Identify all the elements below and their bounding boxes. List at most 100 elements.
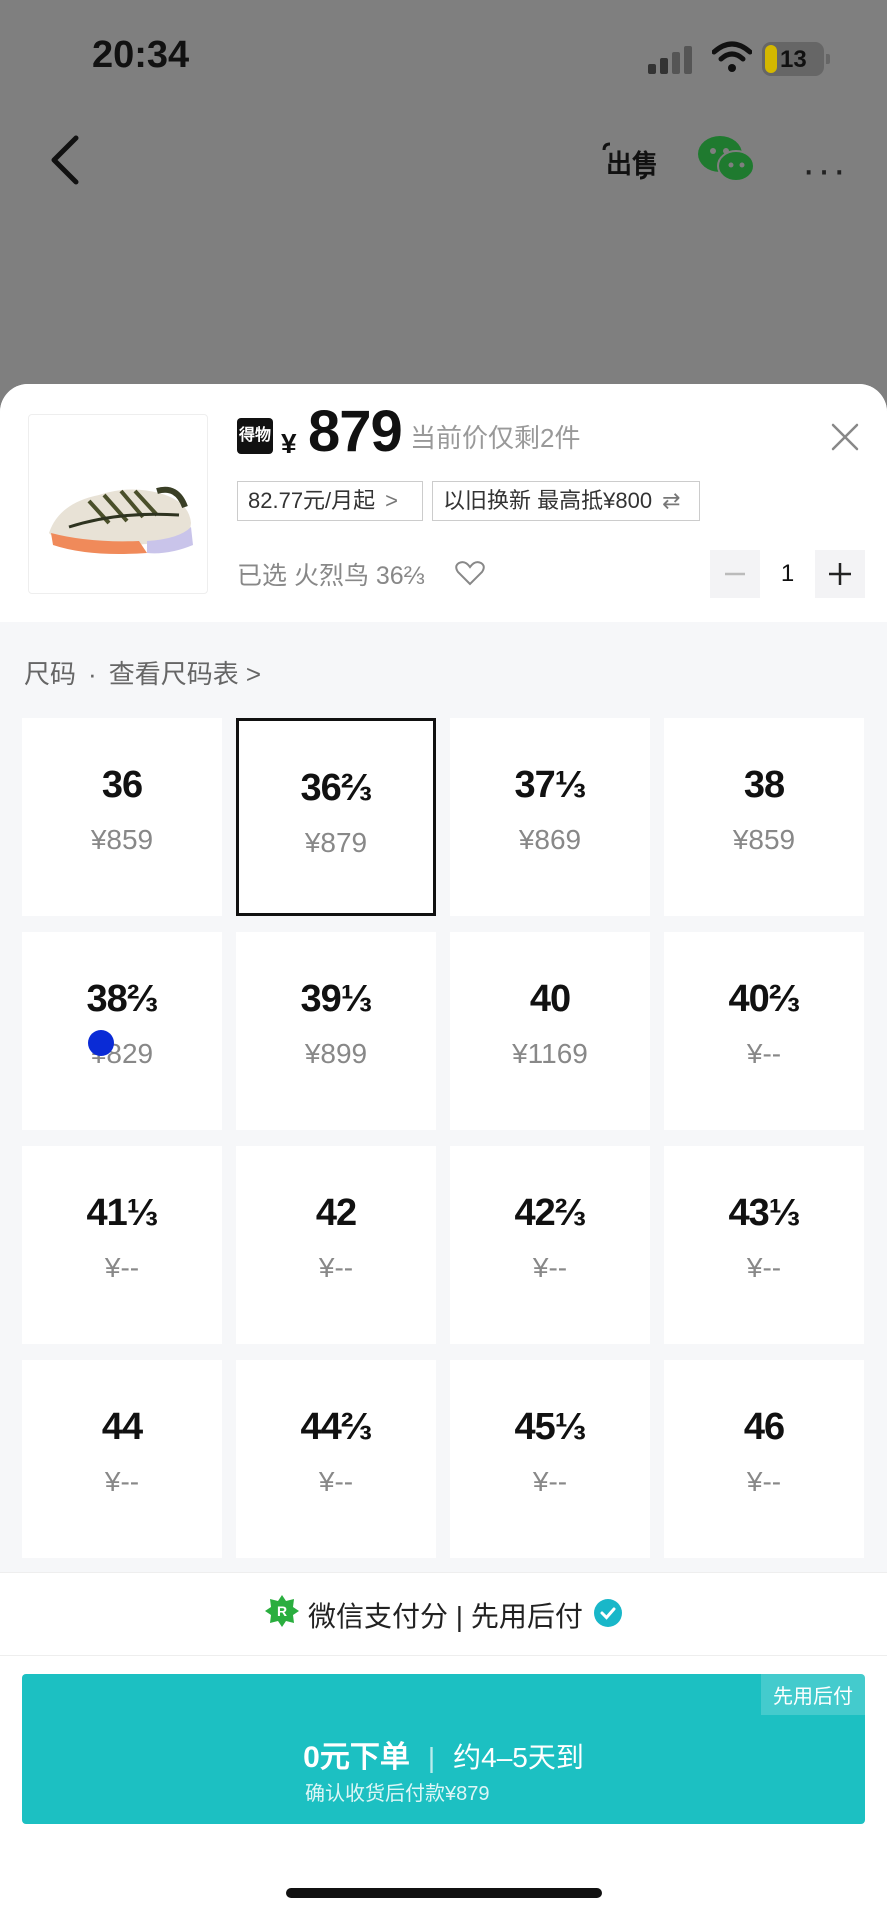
size-price: ¥899 [304,1038,368,1069]
touch-indicator [88,1030,114,1056]
product-thumbnail [28,414,208,594]
size-value: 42 [315,1192,357,1234]
stock-note: 当前价仅剩2件 [410,423,581,453]
size-section-header: 尺码 · 查看尺码表 > [24,654,261,691]
quantity-stepper: 1 [710,550,865,598]
size-option[interactable]: 39⅓ ¥899 [236,932,436,1130]
size-value: 36⅔ [300,767,373,809]
size-price: ¥859 [90,824,154,855]
size-value: 41⅓ [86,1192,159,1234]
size-price: ¥-- [746,1252,782,1283]
selected-variant: 已选 火烈鸟 36⅔ [237,562,425,590]
currency-symbol: ¥ [281,428,297,459]
separator: | [427,1742,436,1773]
size-price: ¥-- [318,1252,354,1283]
bottom-action-area: 先用后付 0元下单 | 约4–5天到 确认收货后付款¥879 [0,1656,887,1920]
brand-logo: 得物 [237,418,273,454]
place-order-button[interactable]: 先用后付 0元下单 | 约4–5天到 确认收货后付款¥879 [22,1674,865,1824]
order-main-text: 0元下单 | 约4–5天到 [22,1732,865,1776]
size-price: ¥-- [746,1038,782,1069]
size-value: 36 [101,764,143,806]
size-option[interactable]: 44⅔ ¥-- [236,1360,436,1558]
size-price: ¥869 [518,824,582,855]
size-option[interactable]: 42⅔ ¥-- [450,1146,650,1344]
size-value: 42⅔ [514,1192,587,1234]
minus-icon [725,572,745,576]
size-price: ¥1169 [512,1038,588,1069]
size-value: 39⅓ [300,978,373,1020]
size-price: ¥-- [532,1466,568,1497]
battery-level: 13 [780,46,807,73]
order-label: 0元下单 [303,1741,410,1774]
status-bar: 20:34 13 [0,0,887,110]
installment-chip[interactable]: 82.77元/月起 > [237,481,423,521]
product-header: 得物 ¥ 879 当前价仅剩2件 82.77元/月起 > 以旧换新 最高抵¥800… [0,384,887,622]
size-value: 38 [743,764,785,806]
order-sub-text: 确认收货后付款¥879 [305,1783,490,1805]
size-price: ¥-- [104,1466,140,1497]
sell-label[interactable]: 出售 [606,144,658,181]
signal-icon [648,44,694,74]
size-option[interactable]: 43⅓ ¥-- [664,1146,864,1344]
size-option[interactable]: 42 ¥-- [236,1146,436,1344]
heart-icon[interactable] [455,560,485,586]
tradein-chip[interactable]: 以旧换新 最高抵¥800 ⇄ [432,481,700,521]
size-option[interactable]: 37⅓ ¥869 [450,718,650,916]
check-icon [594,1599,622,1627]
pay-later-tag: 先用后付 [761,1674,865,1715]
shoe-image [49,486,193,554]
size-price: ¥-- [746,1466,782,1497]
chevron-right-icon: > [385,488,399,513]
top-nav: 出售 ··· [0,120,887,200]
svg-text:R: R [277,1603,287,1619]
size-option[interactable]: 40⅔ ¥-- [664,932,864,1130]
size-price: ¥879 [304,827,368,858]
size-value: 43⅓ [728,1192,801,1234]
size-value: 40 [529,978,571,1020]
back-icon[interactable] [46,132,86,188]
home-indicator[interactable] [286,1888,602,1898]
size-value: 46 [743,1406,785,1448]
size-option[interactable]: 46 ¥-- [664,1360,864,1558]
size-value: 38⅔ [86,978,159,1020]
size-price: ¥-- [318,1466,354,1497]
delivery-estimate: 约4–5天到 [453,1742,584,1773]
size-value: 44⅔ [300,1406,373,1448]
size-option[interactable]: 38⅔ ¥829 [22,932,222,1130]
size-option[interactable]: 40 ¥1169 [450,932,650,1130]
quantity-value: 1 [780,560,795,587]
size-value: 45⅓ [514,1406,587,1448]
size-chart-link[interactable]: 查看尺码表 > [109,659,261,689]
size-option[interactable]: 36 ¥859 [22,718,222,916]
size-price: ¥859 [732,824,796,855]
size-option[interactable]: 45⅓ ¥-- [450,1360,650,1558]
tradein-label: 以旧换新 最高抵¥800 [443,488,653,513]
product-price: 879 [308,399,403,464]
size-value: 44 [101,1406,143,1448]
separator-dot: · [88,659,97,689]
size-price: ¥829 [90,1038,154,1069]
size-price: ¥-- [532,1252,568,1283]
size-option[interactable]: 44 ¥-- [22,1360,222,1558]
decrease-button[interactable] [710,550,760,598]
size-price: ¥-- [104,1252,140,1283]
size-value: 37⅓ [514,764,587,806]
installment-label: 82.77元/月起 [248,488,376,513]
status-time: 20:34 [92,34,190,76]
size-label: 尺码 [24,659,77,689]
wifi-icon [712,41,752,72]
increase-button[interactable] [815,550,865,598]
plus-icon [829,563,851,585]
size-value: 40⅔ [728,978,801,1020]
payment-label: 微信支付分 | 先用后付 [308,1601,583,1632]
battery-icon: 13 [762,42,830,76]
size-option[interactable]: 38 ¥859 [664,718,864,916]
swap-icon: ⇄ [662,488,681,513]
size-option[interactable]: 36⅔ ¥879 [236,718,436,916]
payment-method-bar[interactable]: R 微信支付分 | 先用后付 [0,1572,887,1656]
size-option[interactable]: 41⅓ ¥-- [22,1146,222,1344]
more-menu-icon[interactable]: ··· [802,148,848,193]
close-icon[interactable] [828,420,862,454]
wechat-icon[interactable] [696,134,756,186]
wechat-pay-score-icon: R [265,1595,299,1627]
